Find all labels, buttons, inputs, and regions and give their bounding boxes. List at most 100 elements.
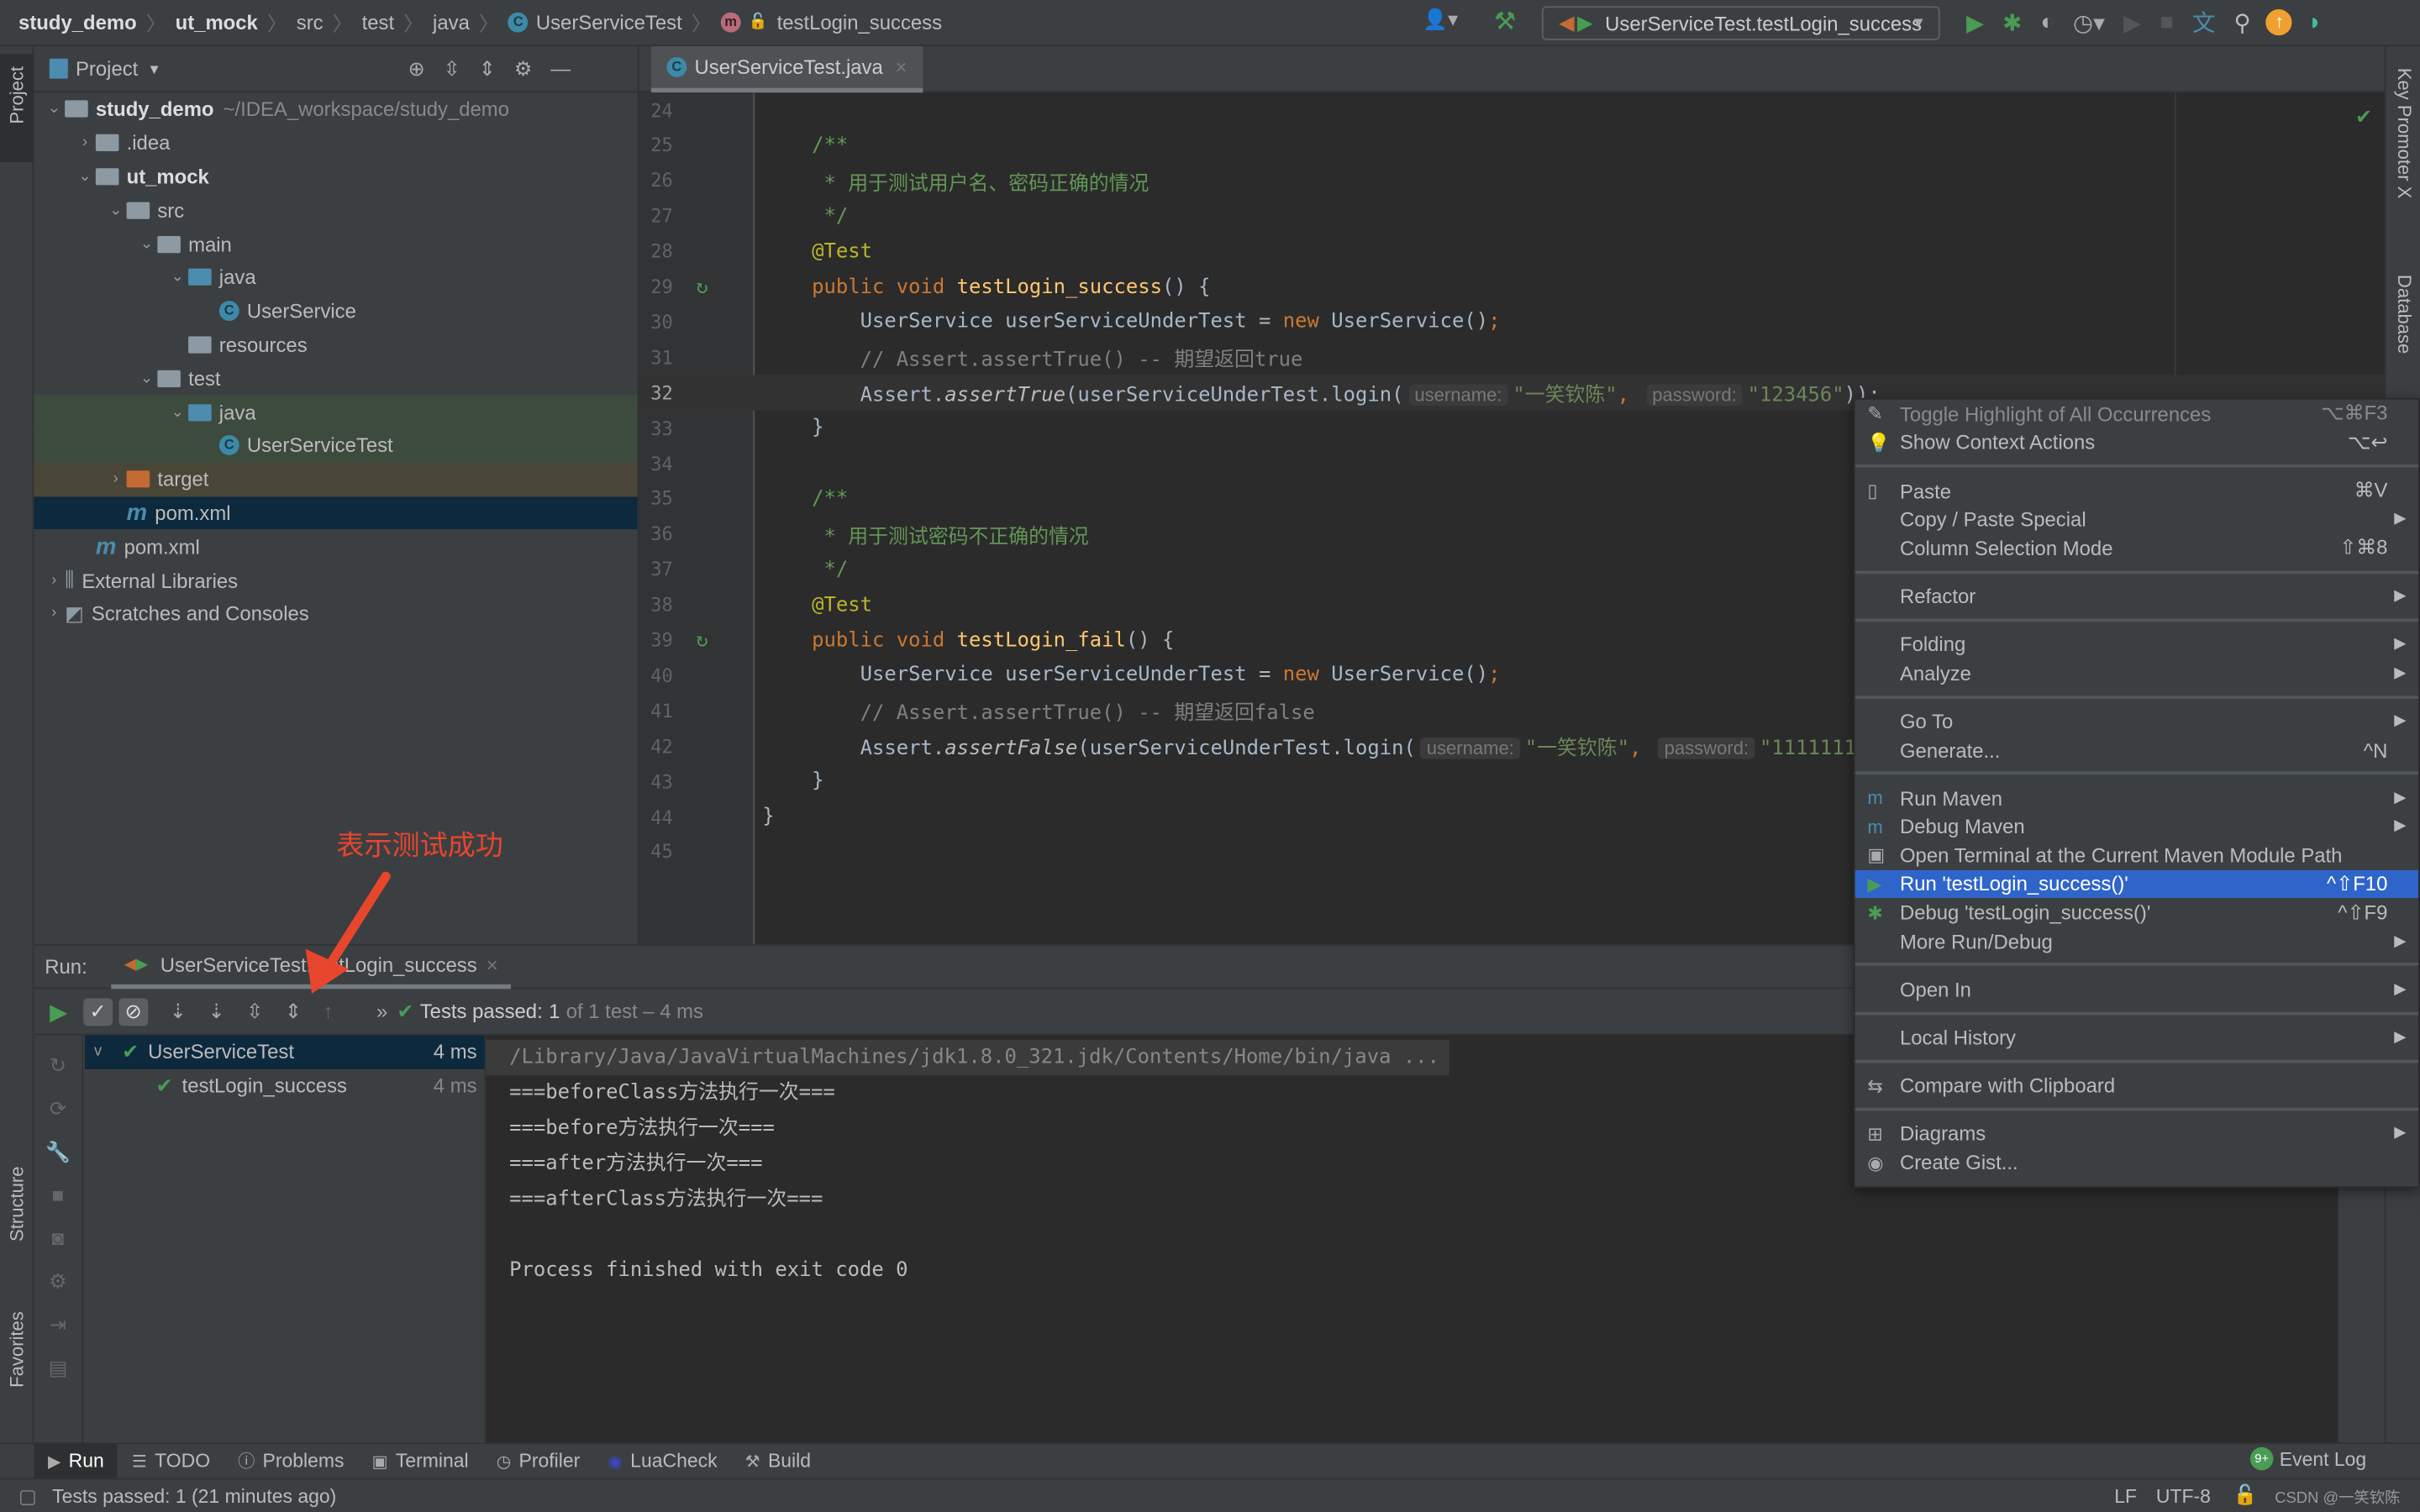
run-test-gutter-icon[interactable]: ↻ <box>696 628 708 652</box>
chevron-down-icon[interactable]: ⌄ <box>43 101 65 118</box>
tree-item[interactable]: ⌄ study_demo ~/IDEA_workspace/study_demo <box>34 92 637 126</box>
menu-item-analyze[interactable]: Analyze ▶ <box>1855 659 2418 687</box>
tree-item[interactable]: › ⫼ External Libraries <box>34 564 637 597</box>
menu-item-refactor[interactable]: Refactor ▶ <box>1855 582 2418 611</box>
structure-tool-button[interactable]: Structure <box>6 1167 28 1242</box>
menu-item-generate[interactable]: Generate... ^N <box>1855 736 2418 764</box>
code-line[interactable]: 25 /** <box>639 128 2384 163</box>
chevron-right-icon[interactable]: › <box>105 470 127 487</box>
stop-icon[interactable]: ■ <box>34 1174 82 1217</box>
tool-window-terminal[interactable]: ▣ Terminal <box>358 1443 482 1478</box>
debug-icon[interactable]: ✱ <box>2002 8 2022 36</box>
breadcrumb-item[interactable]: java <box>433 11 470 34</box>
tree-item[interactable]: C UserService <box>34 294 637 328</box>
project-view-select[interactable]: Project <box>76 57 138 81</box>
gear-icon[interactable]: ⚙ <box>514 56 550 80</box>
user-icon[interactable]: 👤▾ <box>1423 8 1458 32</box>
code-line[interactable]: 31 // Assert.assertTrue() -- 期望返回true <box>639 340 2384 375</box>
chevron-down-icon[interactable]: ⌄ <box>166 403 188 420</box>
hide-icon[interactable]: — <box>550 56 589 80</box>
code-line[interactable]: 28 @Test <box>639 234 2384 269</box>
locate-icon[interactable]: ⊕ <box>408 56 444 80</box>
tree-item[interactable]: resources <box>34 328 637 361</box>
tree-item[interactable]: › target <box>34 462 638 496</box>
layout-icon[interactable]: ▤ <box>34 1347 82 1389</box>
tree-item[interactable]: › ◩ Scratches and Consoles <box>34 597 637 631</box>
test-case-row[interactable]: ✔ testLogin_success 4 ms <box>85 1068 485 1102</box>
menu-item-run-testlogin-success[interactable]: ▶ Run 'testLogin_success()' ^⇧F10 <box>1854 869 2419 899</box>
menu-item-diagrams[interactable]: ⊞ Diagrams ▶ <box>1855 1120 2418 1148</box>
menu-item-paste[interactable]: ▯ Paste ⌘V <box>1855 476 2418 505</box>
tool-window-problems[interactable]: ⓘ Problems <box>224 1443 358 1478</box>
menu-item-open-in[interactable]: Open In ▶ <box>1855 975 2418 1004</box>
tree-item[interactable]: C UserServiceTest <box>34 428 638 463</box>
chevron-right-icon[interactable]: › <box>74 134 96 151</box>
favorites-tool-button[interactable]: Favorites <box>6 1311 28 1388</box>
toggle-auto-test-icon[interactable]: ⟳ <box>34 1088 82 1131</box>
tool-window-todo[interactable]: ☰ TODO <box>118 1443 224 1478</box>
breadcrumb-item[interactable]: src <box>297 11 324 34</box>
tool-window-luacheck[interactable]: ◉ LuaCheck <box>594 1443 731 1478</box>
chevron-right-icon[interactable]: › <box>43 572 65 589</box>
menu-item-more-run-debug[interactable]: More Run/Debug ▶ <box>1855 927 2418 956</box>
tree-item[interactable]: ⌄ src <box>34 193 637 227</box>
chevron-down-icon[interactable]: v <box>94 1043 122 1060</box>
breadcrumb-item[interactable]: ut_mock <box>176 11 258 34</box>
menu-item-compare-with-clipboard[interactable]: ⇆ Compare with Clipboard <box>1855 1071 2418 1100</box>
search-icon[interactable]: ⚲ <box>2234 8 2251 36</box>
menu-item-folding[interactable]: Folding ▶ <box>1855 630 2418 659</box>
sort-duration-icon[interactable]: ⇣ <box>208 999 246 1022</box>
breadcrumb-item[interactable]: test <box>362 11 395 34</box>
code-line[interactable]: 29 ↻ public void testLogin_success() { <box>639 270 2384 305</box>
tree-item[interactable]: › .idea <box>34 126 637 160</box>
menu-item-go-to[interactable]: Go To ▶ <box>1855 706 2418 735</box>
camera-icon[interactable]: ◙ <box>34 1217 82 1260</box>
breadcrumb-item[interactable]: study_demo <box>18 11 137 34</box>
toolbox-icon[interactable]: ◗ <box>2308 9 2323 35</box>
code-line[interactable]: 27 */ <box>639 198 2384 234</box>
chevron-down-icon[interactable]: ⌄ <box>105 202 127 218</box>
exit-icon[interactable]: ⇥ <box>34 1304 82 1347</box>
close-icon[interactable]: × <box>895 55 907 79</box>
layout-icon[interactable]: ▢ <box>18 1484 37 1508</box>
file-encoding[interactable]: UTF-8 <box>2156 1485 2211 1507</box>
menu-item-show-context-actions[interactable]: 💡 Show Context Actions ⌥↩ <box>1855 428 2418 457</box>
tool-window-profiler[interactable]: ◷ Profiler <box>482 1443 594 1478</box>
tree-item[interactable]: ⌄ main <box>34 227 637 260</box>
tool-window-build[interactable]: ⚒ Build <box>731 1443 824 1478</box>
database-tool-button[interactable]: Database <box>2394 275 2416 354</box>
coverage-icon[interactable]: ◐ <box>2040 9 2054 35</box>
key-promoter-tool-button[interactable]: Key Promoter X <box>2394 68 2416 199</box>
rerun-icon[interactable]: ▶ <box>2123 8 2141 36</box>
run-configuration-select[interactable]: ◀ ▶ UserServiceTest.testLogin_success ▼ <box>1541 6 1940 40</box>
tool-window-run[interactable]: ▶ Run <box>34 1443 118 1479</box>
translate-icon[interactable]: 文 <box>2192 6 2216 39</box>
rerun-failed-icon[interactable]: ↻ <box>34 1044 82 1087</box>
menu-item-debug-testlogin-success[interactable]: ✱ Debug 'testLogin_success()' ^⇧F9 <box>1855 898 2418 927</box>
profile-icon[interactable]: ◷▾ <box>2073 8 2105 36</box>
tree-item[interactable]: ⌄ java <box>34 395 638 429</box>
menu-item-run-maven[interactable]: m Run Maven ▶ <box>1855 784 2418 812</box>
chevron-down-icon[interactable]: ⌄ <box>136 370 158 386</box>
expand-all-icon[interactable]: ⇳ <box>444 56 479 80</box>
run-icon[interactable]: ▶ <box>1966 8 1984 36</box>
code-line[interactable]: 24 <box>639 92 2384 128</box>
close-icon[interactable]: × <box>487 953 498 976</box>
sort-alpha-icon[interactable]: ⇣ <box>170 999 208 1022</box>
breadcrumb-item[interactable]: m 🔓 testLogin_success <box>720 11 942 34</box>
line-separator[interactable]: LF <box>2114 1485 2137 1507</box>
tree-item[interactable]: ⌄ ut_mock <box>34 160 637 193</box>
chevron-down-icon[interactable]: ⌄ <box>166 269 188 286</box>
rerun-icon[interactable]: ▶ <box>34 997 83 1025</box>
event-log-button[interactable]: 9+ Event Log <box>2249 1446 2366 1471</box>
tree-item[interactable]: ⌄ test <box>34 361 637 395</box>
update-icon[interactable]: ↑ <box>2266 9 2293 36</box>
chevron-down-icon[interactable]: ▼ <box>147 61 160 76</box>
show-passed-toggle[interactable]: ✓ <box>83 997 113 1026</box>
code-line[interactable]: 30 UserService userServiceUnderTest = ne… <box>639 305 2384 340</box>
lock-icon[interactable]: 🔓 <box>2233 1484 2258 1508</box>
menu-item-create-gist[interactable]: ◉ Create Gist... <box>1855 1148 2418 1177</box>
wrench-icon[interactable]: 🔧 <box>34 1131 82 1173</box>
menu-item-copy-paste-special[interactable]: Copy / Paste Special ▶ <box>1855 505 2418 533</box>
build-hammer-icon[interactable]: ⚒ <box>1494 6 1516 37</box>
